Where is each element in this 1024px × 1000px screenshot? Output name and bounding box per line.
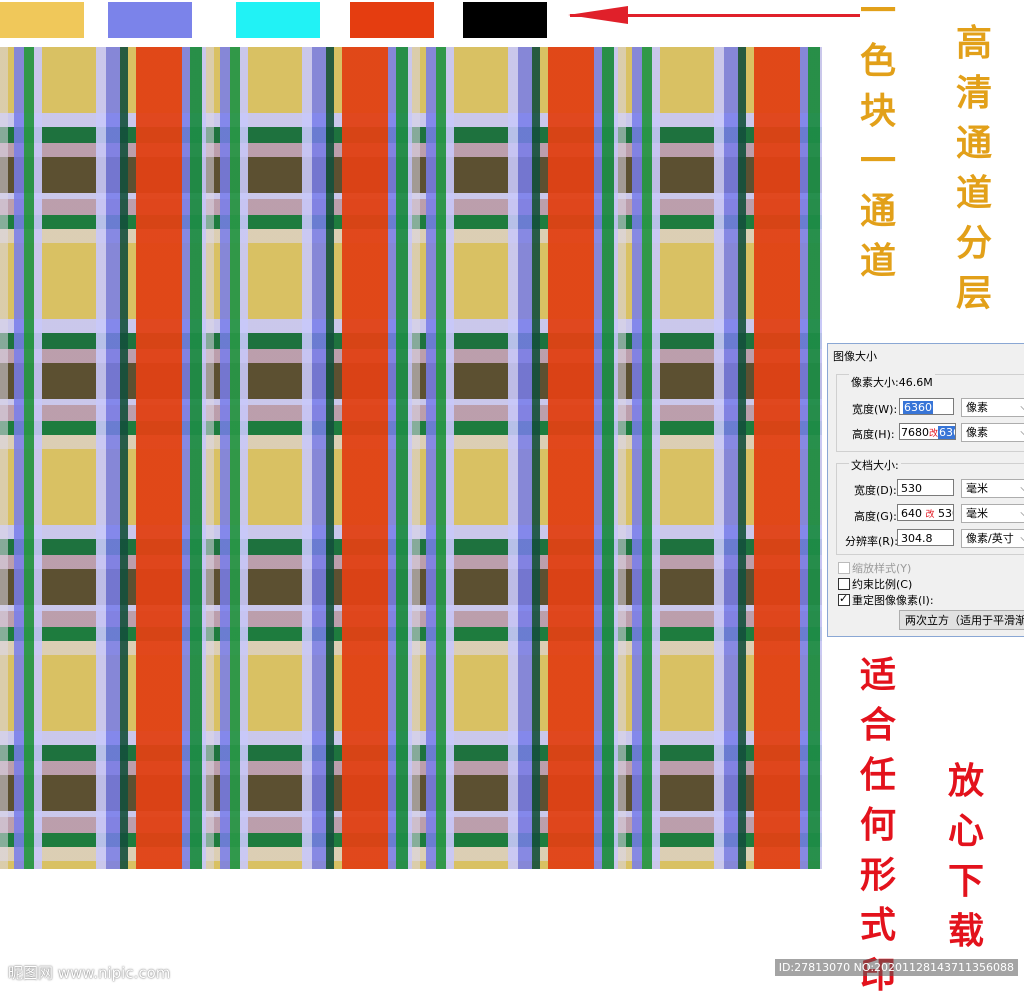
height-label: 高度(H):: [852, 428, 895, 441]
swatch-orange-red: [350, 2, 434, 38]
resolution-unit-select[interactable]: 像素/英寸 ⌵: [961, 529, 1024, 548]
constrain-proportions-label: 约束比例(C): [852, 578, 913, 591]
width-unit-select[interactable]: 像素 ⌵: [961, 398, 1024, 417]
resolution-label: 分辨率(R):: [845, 535, 898, 548]
height-input[interactable]: 7680改6360: [899, 423, 956, 440]
constrain-proportions-checkbox[interactable]: [838, 578, 850, 590]
chevron-down-icon: ⌵: [1020, 480, 1024, 497]
width-value: 6360: [903, 401, 933, 414]
doc-height-change-mark: 改: [925, 510, 935, 520]
doc-height-value-old: 640: [901, 507, 922, 520]
doc-width-unit: 毫米: [966, 482, 988, 495]
height-value-old: 7680: [901, 426, 929, 439]
height-unit: 像素: [966, 426, 988, 439]
annotation-hd-channel-layers: 高清通道分层: [955, 22, 992, 314]
plaid-pattern-image: [0, 47, 822, 869]
chevron-down-icon: ⌵: [1020, 530, 1024, 547]
resample-method: 两次立方（适用于平滑渐变: [905, 614, 1024, 627]
annotation-suitable-any-print: 适合任何形式印: [859, 654, 896, 996]
resample-label: 重定图像像素(I):: [852, 594, 934, 607]
chevron-down-icon: ⌵: [1020, 399, 1024, 416]
image-size-dialog: 图像大小 像素大小:46.6M 宽度(W): 6360 像素 ⌵ 高度(H): …: [827, 343, 1024, 637]
height-unit-select[interactable]: 像素 ⌵: [961, 423, 1024, 442]
doc-width-label: 宽度(D):: [854, 484, 897, 497]
doc-height-label: 高度(G):: [854, 510, 897, 523]
doc-width-input[interactable]: 530: [897, 479, 954, 496]
swatch-cyan: [236, 2, 320, 38]
doc-width-unit-select[interactable]: 毫米 ⌵: [961, 479, 1024, 498]
scale-styles-checkbox[interactable]: [838, 562, 850, 574]
doc-height-unit-select[interactable]: 毫米 ⌵: [961, 504, 1024, 523]
resolution-unit: 像素/英寸: [966, 532, 1014, 545]
watermark-bar: 昵图网 www.nipic.com ID:27813070 NO:2020112…: [0, 955, 1024, 989]
pixel-size-label: 像素大小:46.6M: [849, 374, 935, 390]
annotation-download-confidently: 放心下载: [947, 760, 984, 952]
doc-width-value: 530: [901, 482, 922, 495]
height-value-new: 6360: [938, 426, 955, 439]
dialog-title: 图像大小: [833, 350, 877, 363]
annotation-one-block-one-channel: 一色块一通道: [859, 0, 896, 282]
swatch-black: [463, 2, 547, 38]
document-size-label: 文档大小:: [849, 457, 901, 473]
chevron-down-icon: ⌵: [1020, 424, 1024, 441]
checkmark-icon: ✓: [839, 592, 849, 605]
doc-height-input[interactable]: 640 改 530: [897, 504, 954, 521]
scale-styles-label: 缩放样式(Y): [852, 562, 912, 575]
doc-height-unit: 毫米: [966, 507, 988, 520]
width-unit: 像素: [966, 401, 988, 414]
resample-checkbox[interactable]: ✓: [838, 592, 850, 606]
resolution-input[interactable]: 304.8: [897, 529, 954, 546]
left-arrow-head: [568, 6, 628, 24]
height-change-mark: 改: [929, 429, 939, 439]
resample-method-select[interactable]: 两次立方（适用于平滑渐变: [899, 610, 1024, 630]
width-label: 宽度(W):: [852, 403, 898, 416]
doc-height-value-new: 530: [938, 507, 953, 520]
width-input[interactable]: 6360: [899, 398, 954, 415]
swatch-periwinkle: [108, 2, 192, 38]
image-id-watermark: ID:27813070 NO:20201128143711356088: [774, 959, 1018, 976]
swatch-gold: [0, 2, 84, 38]
site-watermark: 昵图网 www.nipic.com: [8, 964, 171, 982]
resolution-value: 304.8: [901, 532, 933, 545]
chevron-down-icon: ⌵: [1020, 505, 1024, 522]
